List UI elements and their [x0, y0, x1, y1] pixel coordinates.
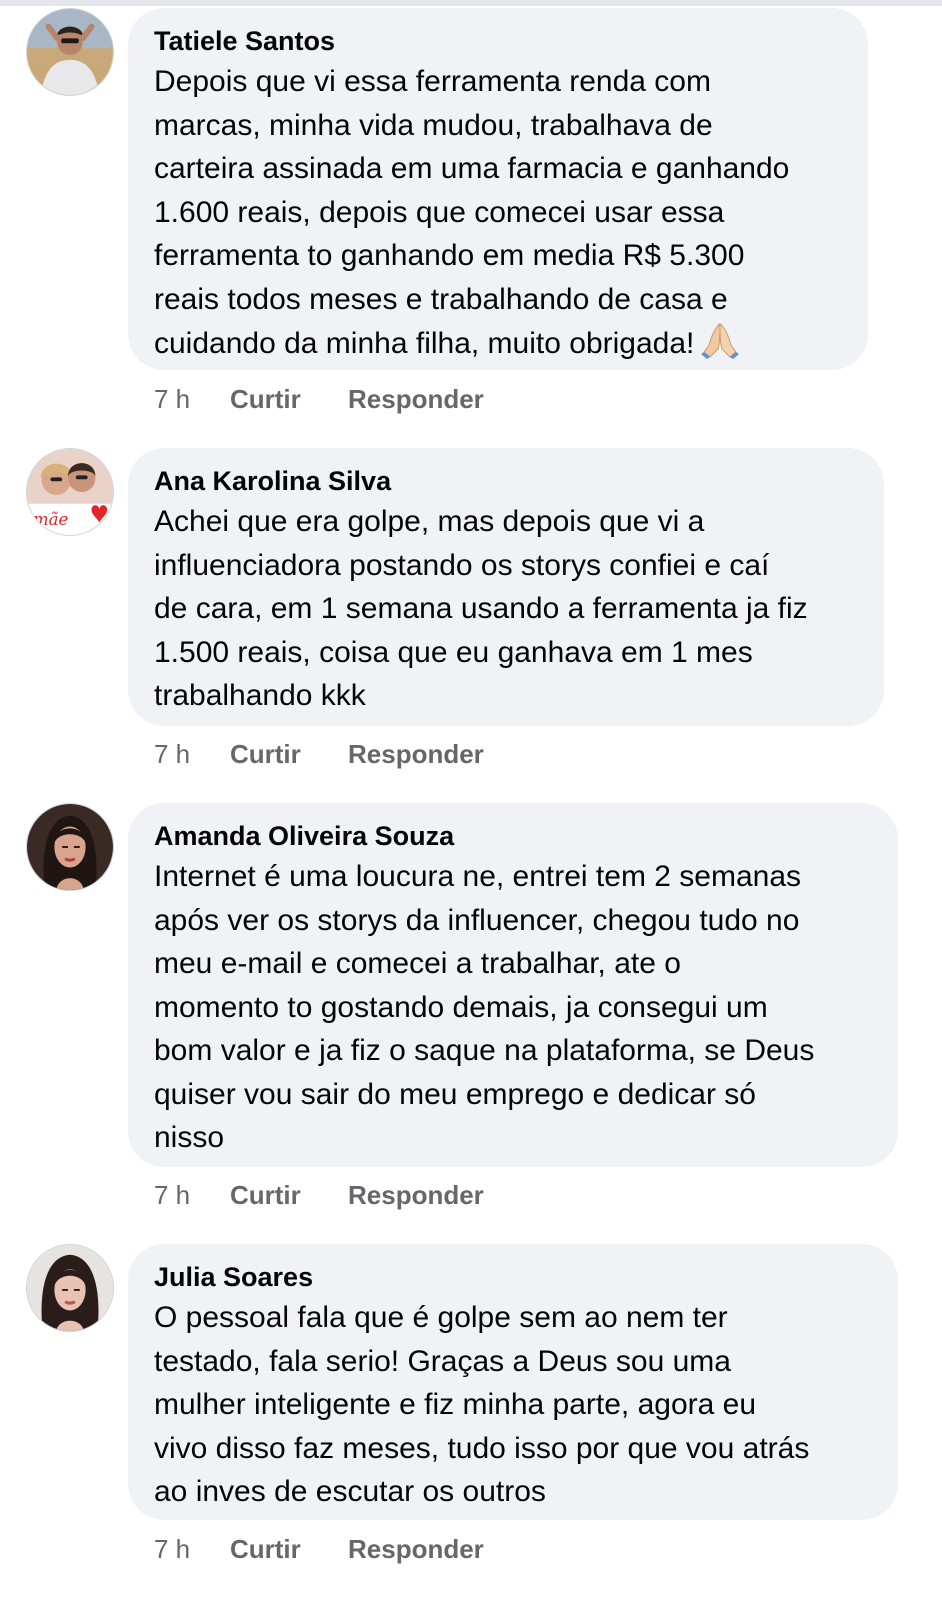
avatar[interactable]	[26, 1244, 114, 1332]
like-button[interactable]: Curtir	[230, 1180, 301, 1210]
avatar[interactable]	[26, 803, 114, 891]
comment-bubble: Amanda Oliveira Souza Internet é uma lou…	[128, 803, 898, 1167]
reply-button[interactable]: Responder	[348, 1534, 484, 1564]
like-button[interactable]: Curtir	[230, 739, 301, 769]
avatar-photo: mãe	[27, 449, 113, 535]
comment-body: Achei que era golpe, mas depois que vi a…	[154, 505, 808, 712]
avatar-photo	[27, 1245, 113, 1331]
comment-body: O pessoal fala que é golpe sem ao nem te…	[154, 1301, 810, 1508]
avatar-caption: mãe	[33, 510, 69, 529]
comment-bubble: Ana Karolina Silva Achei que era golpe, …	[128, 448, 884, 726]
comment-bubble: Julia Soares O pessoal fala que é golpe …	[128, 1244, 898, 1520]
folded-hands-icon	[700, 321, 740, 372]
comment-author[interactable]: Ana Karolina Silva	[154, 466, 858, 496]
comment-time[interactable]: 7 h	[154, 1534, 190, 1564]
reply-button[interactable]: Responder	[348, 1180, 484, 1210]
avatar-photo	[27, 804, 113, 890]
comment-text: Depois que vi essa ferramenta renda com …	[154, 60, 842, 372]
avatar-photo	[27, 9, 113, 95]
reply-button[interactable]: Responder	[348, 739, 484, 769]
like-button[interactable]: Curtir	[230, 384, 301, 414]
top-divider	[0, 0, 942, 6]
comment-author[interactable]: Julia Soares	[154, 1262, 872, 1292]
like-button[interactable]: Curtir	[230, 1534, 301, 1564]
comment-bubble: Tatiele Santos Depois que vi essa ferram…	[128, 8, 868, 370]
comment-author[interactable]: Tatiele Santos	[154, 26, 842, 56]
comment-time[interactable]: 7 h	[154, 739, 190, 769]
comment-body: Internet é uma loucura ne, entrei tem 2 …	[154, 860, 815, 1154]
comment-author[interactable]: Amanda Oliveira Souza	[154, 821, 872, 851]
avatar[interactable]: mãe	[26, 448, 114, 536]
comment-time[interactable]: 7 h	[154, 384, 190, 414]
reply-button[interactable]: Responder	[348, 384, 484, 414]
comment-time[interactable]: 7 h	[154, 1180, 190, 1210]
avatar[interactable]	[26, 8, 114, 96]
comment-body: Depois que vi essa ferramenta renda com …	[154, 65, 790, 360]
